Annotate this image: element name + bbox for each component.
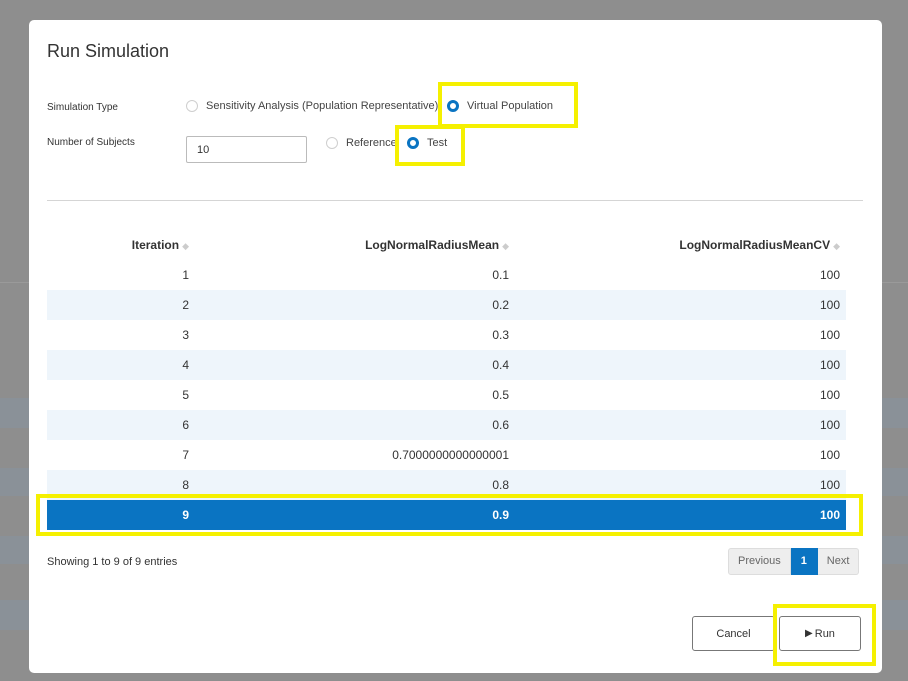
number-of-subjects-label: Number of Subjects [47, 137, 135, 148]
cell-iteration: 1 [182, 268, 189, 282]
radio-sensitivity-analysis[interactable]: Sensitivity Analysis (Population Represe… [186, 100, 438, 112]
run-simulation-dialog: Run Simulation Simulation Type Sensitivi… [29, 20, 882, 673]
radio-label: Test [427, 137, 448, 149]
run-label: Run [814, 627, 835, 640]
sort-icon: ◆ [502, 241, 509, 251]
table-row-selected[interactable]: 9 0.9 100 [47, 500, 846, 530]
column-header-lognormalradiusmeancv[interactable]: LogNormalRadiusMeanCV ◆ [517, 230, 846, 260]
divider [47, 200, 863, 201]
table-row[interactable]: 2 0.2 100 [47, 290, 846, 320]
radio-test[interactable]: Test [407, 137, 447, 149]
table-row[interactable]: 6 0.6 100 [47, 410, 846, 440]
radio-label: Sensitivity Analysis (Population Represe… [206, 100, 439, 112]
cell-iteration: 9 [47, 500, 197, 530]
radio-reference[interactable]: Reference [326, 137, 397, 149]
iterations-table: Iteration ◆ LogNormalRadiusMean ◆ LogNorma… [47, 230, 846, 530]
radio-virtual-population[interactable]: Virtual Population [447, 100, 553, 112]
cell-cv: 100 [517, 350, 846, 380]
pagination: Previous 1 Next [728, 548, 860, 575]
cell-cv: 100 [819, 388, 840, 402]
cell-iteration: 6 [47, 410, 197, 440]
table-row[interactable]: 8 0.8 100 [47, 470, 846, 500]
radio-checked-icon [407, 137, 419, 149]
table-row[interactable]: 5 0.5 100 [47, 380, 846, 410]
play-icon: ▶ [805, 628, 813, 639]
cell-cv: 100 [819, 328, 840, 342]
table-row[interactable]: 7 0.7000000000000001 100 [47, 440, 846, 470]
cancel-button[interactable]: Cancel [692, 616, 775, 651]
cell-mean: 0.8 [197, 470, 517, 500]
cell-iteration: 8 [47, 470, 197, 500]
table-row[interactable]: 1 0.1 100 [47, 260, 846, 290]
table-row[interactable]: 4 0.4 100 [47, 350, 846, 380]
cell-iteration: 3 [182, 328, 189, 342]
cell-cv: 100 [517, 290, 846, 320]
cell-mean: 0.1 [492, 268, 509, 282]
table-row[interactable]: 3 0.3 100 [47, 320, 846, 350]
radio-unchecked-icon [326, 137, 338, 149]
sort-icon: ◆ [182, 241, 189, 251]
page-1-button[interactable]: 1 [790, 548, 818, 575]
cell-mean: 0.9 [197, 500, 517, 530]
cell-mean: 0.3 [492, 328, 509, 342]
table-info: Showing 1 to 9 of 9 entries [47, 556, 178, 568]
cell-mean: 0.6 [197, 410, 517, 440]
cancel-label: Cancel [716, 627, 751, 640]
cell-iteration: 5 [182, 388, 189, 402]
cell-iteration: 7 [182, 448, 189, 462]
column-header-lognormalradiusmean[interactable]: LogNormalRadiusMean ◆ [197, 230, 517, 260]
cell-cv: 100 [819, 268, 840, 282]
cell-cv: 100 [819, 448, 840, 462]
previous-page-button[interactable]: Previous [728, 548, 791, 575]
cell-mean: 0.2 [197, 290, 517, 320]
run-button[interactable]: ▶ Run [779, 616, 861, 651]
dialog-title: Run Simulation [47, 41, 170, 61]
next-page-button[interactable]: Next [817, 548, 860, 575]
cell-mean: 0.5 [492, 388, 509, 402]
radio-unchecked-icon [186, 100, 198, 112]
cell-mean: 0.4 [197, 350, 517, 380]
radio-label: Reference [346, 137, 397, 149]
cell-iteration: 2 [47, 290, 197, 320]
radio-checked-icon [447, 100, 459, 112]
sort-icon: ◆ [833, 241, 840, 251]
simulation-type-label: Simulation Type [47, 102, 118, 113]
cell-cv: 100 [517, 410, 846, 440]
column-header-iteration[interactable]: Iteration ◆ [47, 230, 197, 260]
cell-cv: 100 [517, 470, 846, 500]
table-header-row: Iteration ◆ LogNormalRadiusMean ◆ LogNorma… [47, 230, 846, 260]
radio-label: Virtual Population [467, 100, 554, 112]
cell-cv: 100 [517, 500, 846, 530]
cell-mean: 0.7000000000000001 [392, 448, 509, 462]
number-of-subjects-input[interactable] [186, 136, 307, 163]
cell-iteration: 4 [47, 350, 197, 380]
